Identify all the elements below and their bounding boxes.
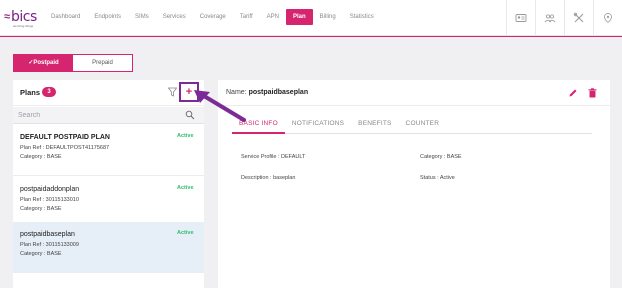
plan-ref: Plan Ref : 30115133009	[20, 242, 79, 248]
nav-coverage[interactable]: Coverage	[193, 9, 233, 25]
plan-list-item[interactable]: DEFAULT POSTPAID PLAN Active Plan Ref : …	[13, 125, 204, 176]
tab-counter[interactable]: COUNTER	[399, 118, 447, 134]
plans-panel: Plans 3 + DEFAULT POSTPAID PLAN Active P…	[13, 80, 204, 288]
nav-plan[interactable]: Plan	[286, 9, 313, 25]
category-field: Category : BASE	[420, 154, 462, 160]
plan-category: Category : BASE	[20, 154, 62, 160]
search-bar	[13, 107, 204, 124]
location-icon[interactable]	[593, 0, 622, 36]
tab-benefits[interactable]: BENEFITS	[351, 118, 398, 134]
plan-list-item-selected[interactable]: postpaidbaseplan Active Plan Ref : 30115…	[13, 222, 204, 273]
plan-category: Category : BASE	[20, 251, 62, 257]
edit-icon[interactable]	[568, 88, 578, 98]
nav-billing[interactable]: Billing	[313, 9, 343, 25]
nav-tariff[interactable]: Tariff	[233, 9, 260, 25]
trash-icon[interactable]	[588, 88, 597, 98]
nav-accent-line	[0, 36, 622, 37]
plans-count-badge: 3	[42, 87, 56, 97]
top-bar: ≈ bics we bring things Dashboard Endpoin…	[0, 0, 622, 36]
description-field: Description : baseplan	[241, 175, 296, 181]
plan-category: Category : BASE	[20, 206, 62, 212]
nav-dashboard[interactable]: Dashboard	[44, 9, 87, 25]
plan-type-toggle: ✓Postpaid Prepaid	[13, 54, 133, 72]
logo-wordmark: bics	[11, 9, 37, 25]
plans-title: Plans	[20, 88, 41, 97]
prepaid-toggle[interactable]: Prepaid	[73, 55, 132, 71]
bics-logo[interactable]: ≈ bics we bring things	[4, 7, 37, 29]
plan-name-value: postpaidbaseplan	[248, 89, 309, 96]
nav-statistics[interactable]: Statistics	[343, 9, 381, 25]
detail-header: Name: postpaidbaseplan	[218, 80, 610, 106]
card-icon[interactable]	[506, 0, 535, 36]
service-profile-field: Service Profile : DEFAULT	[241, 154, 306, 160]
main-nav: Dashboard Endpoints SIMs Services Covera…	[44, 9, 381, 25]
plan-status: Active	[177, 133, 194, 139]
nav-services[interactable]: Services	[156, 9, 193, 25]
nav-apn[interactable]: APN	[260, 9, 286, 25]
filter-icon[interactable]	[168, 87, 177, 97]
annotation-arrow	[194, 90, 246, 122]
search-input[interactable]	[18, 110, 178, 121]
plans-header: Plans 3 +	[13, 80, 204, 106]
top-icon-group	[506, 0, 622, 36]
plan-name: postpaidbaseplan	[20, 231, 75, 238]
plan-ref: Plan Ref : 30115133010	[20, 197, 79, 203]
nav-endpoints[interactable]: Endpoints	[87, 9, 128, 25]
users-icon[interactable]	[535, 0, 564, 36]
status-field: Status : Active	[420, 175, 455, 181]
logo-mark: ≈	[4, 11, 11, 23]
plan-name: postpaidaddonplan	[20, 186, 80, 193]
plan-ref: Plan Ref : DEFAULTPOST41175687	[20, 145, 110, 151]
plan-status: Active	[177, 230, 194, 236]
postpaid-toggle[interactable]: ✓Postpaid	[14, 55, 73, 71]
tools-icon[interactable]	[564, 0, 593, 36]
plan-name: DEFAULT POSTPAID PLAN	[20, 134, 110, 141]
tab-notifications[interactable]: NOTIFICATIONS	[285, 118, 351, 134]
nav-sims[interactable]: SIMs	[128, 9, 156, 25]
logo-tagline: we bring things	[13, 24, 34, 28]
detail-tabs: BASIC INFO NOTIFICATIONS BENEFITS COUNTE…	[232, 118, 592, 134]
plan-list-item[interactable]: postpaidaddonplan Active Plan Ref : 3011…	[13, 177, 204, 228]
plan-detail-panel: Name: postpaidbaseplan BASIC INFO NOTIFI…	[218, 80, 610, 288]
plan-status: Active	[177, 185, 194, 191]
